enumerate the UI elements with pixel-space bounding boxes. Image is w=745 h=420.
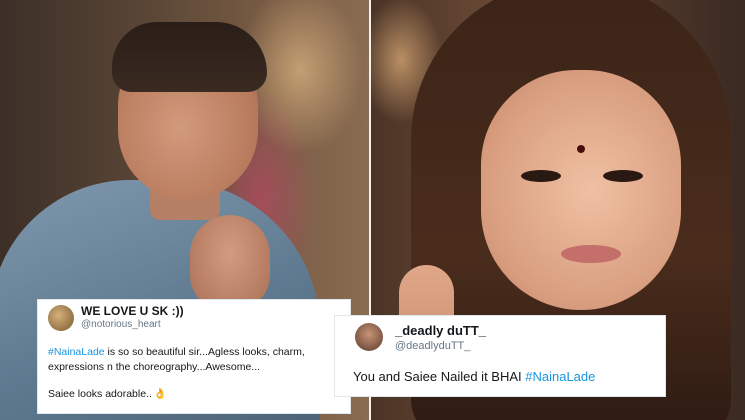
woman-right-eye [603,170,643,182]
avatar[interactable] [355,323,383,351]
user-handle[interactable]: @notorious_heart [81,319,161,330]
display-name[interactable]: _deadly duTT_ [395,323,486,338]
man-hair [112,22,267,92]
man-fist [190,215,270,310]
display-name[interactable]: WE LOVE U SK :)) [81,304,184,318]
woman-bindi [577,145,585,153]
woman-face [481,70,681,310]
tweet-card-2[interactable]: _deadly duTT_ @deadlyduTT_ You and Saiee… [335,316,665,396]
woman-lips [561,245,621,263]
hashtag-link[interactable]: #NainaLade [48,346,105,358]
avatar[interactable] [48,305,74,331]
tweet-card-1[interactable]: WE LOVE U SK :)) @notorious_heart #Naina… [38,300,350,413]
tweet-body: #NainaLade is so so beautiful sir...Agle… [48,345,343,402]
user-handle[interactable]: @deadlyduTT_ [395,340,470,352]
tweet-text: You and Saiee Nailed it BHAI [353,369,526,384]
woman-left-eye [521,170,561,182]
ok-hand-emoji-icon: 👌 [153,388,167,400]
tweet-text-second: Saiee looks adorable.. [48,388,152,400]
tweet-body: You and Saiee Nailed it BHAI #NainaLade [353,369,658,385]
hashtag-link[interactable]: #NainaLade [525,369,595,384]
